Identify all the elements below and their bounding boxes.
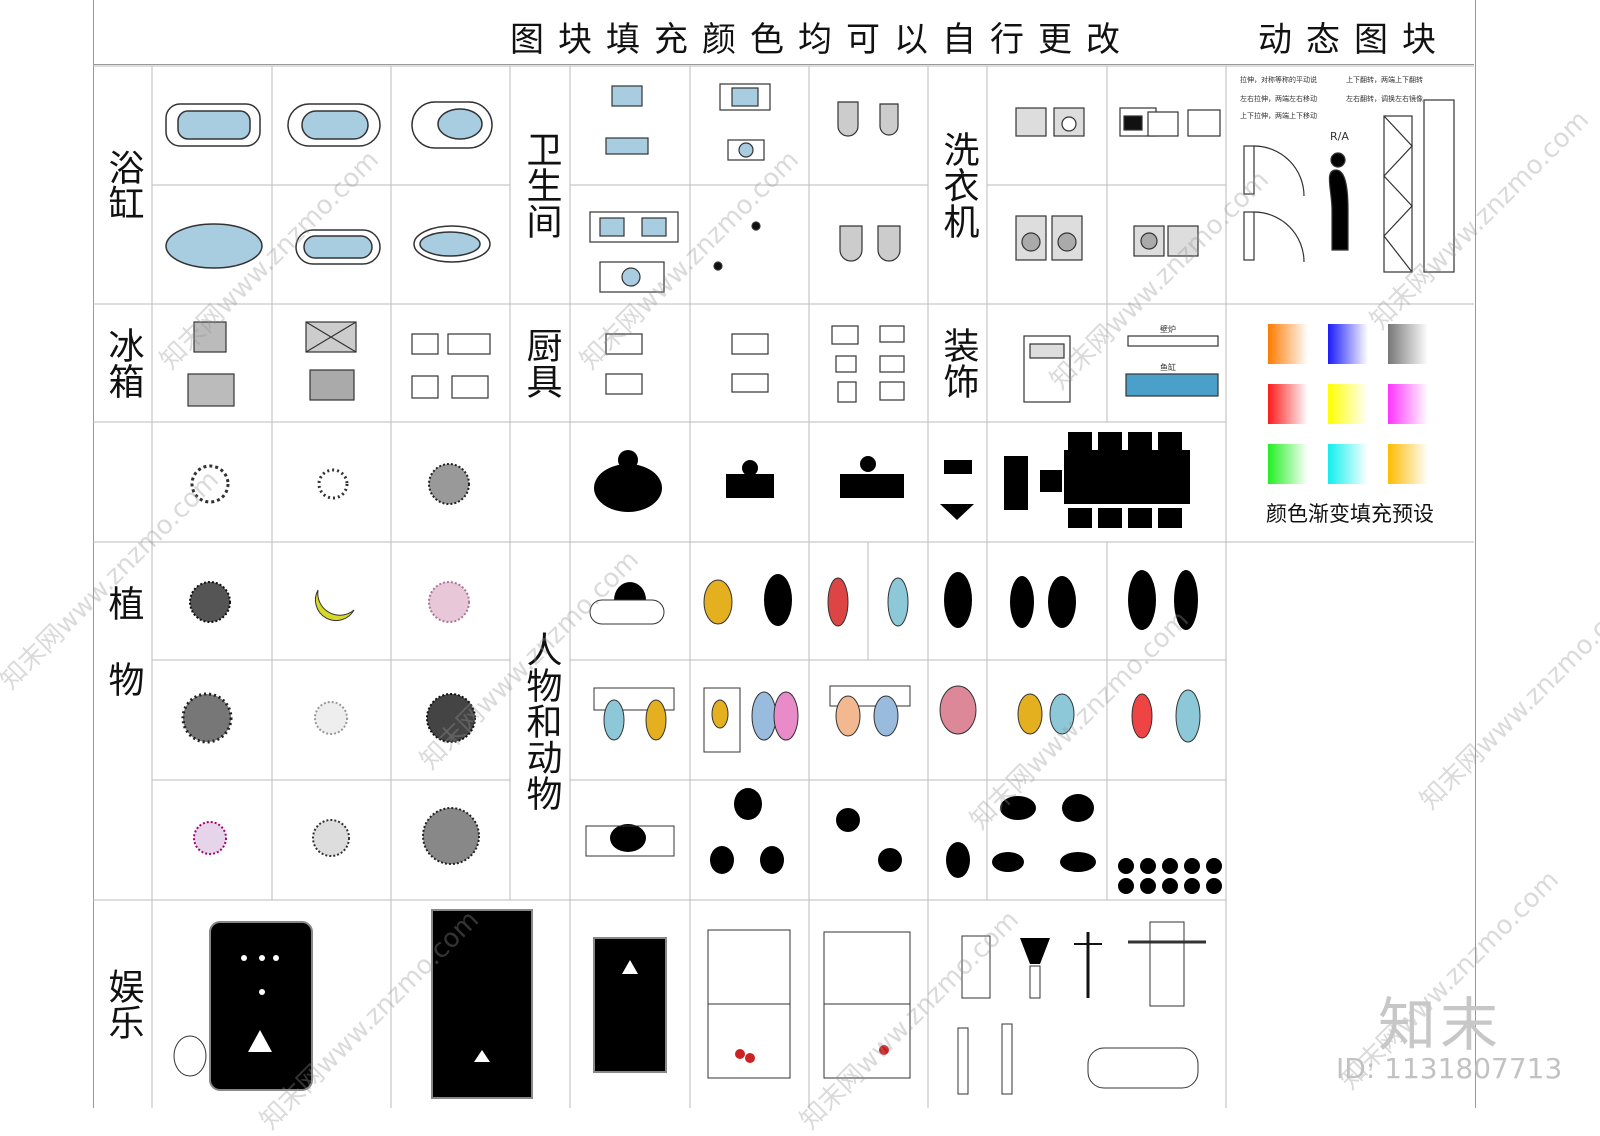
legend-line-1: 拉伸，对称等称的平动说 [1240,75,1317,84]
gradient-swatch-cyan [1328,444,1368,484]
gradient-swatch-red [1268,384,1308,424]
fireplace-label: 壁炉 [1160,324,1176,334]
gradient-swatch-gray [1388,324,1428,364]
dynamic-legend: 拉伸，对称等称的平动说 左右拉伸，两端左右移动 上下拉伸，两端上下移动 上下翻转… [1240,75,1423,143]
gradient-swatch-green [1268,444,1308,484]
symbol-library-drawing: 壁炉 鱼缸 拉伸，对称等称的平动说 左右拉伸，两端左右移动 上下拉伸，两端上下移… [93,65,1474,1108]
decor-icons [1023,335,1219,403]
gradient-swatch-orange [1268,324,1308,364]
gradient-swatch-blue [1328,324,1368,364]
legend-line-2: 左右拉伸，两端左右移动 [1240,94,1317,103]
dynamic-block-drawings [1243,99,1455,273]
legend-line-5: 左右翻转，调换左右镜像 [1346,94,1423,103]
znzmo-logo: 知末 [1378,991,1503,1059]
asset-id: ID: 1131807713 [1336,1052,1563,1085]
fridge-icons [187,321,491,407]
kitchen-icons [605,325,905,403]
aquarium-label: 鱼缸 [1160,362,1176,372]
gradient-swatch-amber [1388,444,1428,484]
gradient-caption: 颜色渐变填充预设 [1266,502,1434,526]
plant-icons [181,463,480,865]
gradient-swatch-yellow [1328,384,1368,424]
people-icons [594,432,1222,894]
legend-line-4: 上下翻转，两端上下翻转 [1346,75,1423,84]
gradient-swatch-magenta [1388,384,1428,424]
legend-ra: R/A [1330,130,1349,143]
legend-line-3: 上下拉伸，两端上下移动 [1240,111,1317,120]
bathroom-icons [589,83,901,293]
washer-icons [1015,107,1221,261]
